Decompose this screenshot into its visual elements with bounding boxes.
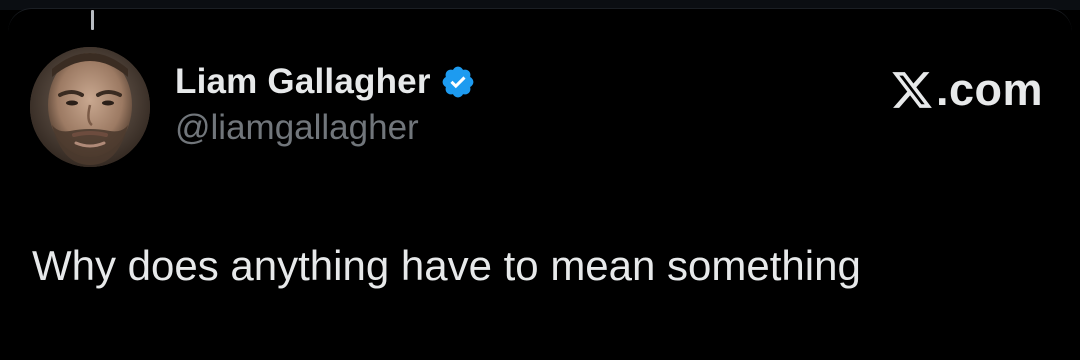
author-handle[interactable]: @liamgallagher [175, 108, 419, 148]
tweet-body-text: Why does anything have to mean something [32, 242, 861, 289]
text-cursor [91, 10, 94, 30]
author-name-row: Liam Gallagher [175, 58, 476, 106]
avatar[interactable] [30, 47, 150, 167]
verified-badge-icon [440, 64, 476, 100]
x-logo-icon [890, 68, 934, 112]
tweet-card[interactable] [8, 8, 1072, 360]
screenshot: Liam Gallagher @liamgallagher .com Why d… [0, 0, 1080, 360]
brand-domain-suffix: .com [935, 64, 1043, 115]
author-display-name[interactable]: Liam Gallagher [175, 62, 431, 102]
profile-photo [30, 47, 150, 167]
brand-watermark: .com [890, 62, 1043, 118]
